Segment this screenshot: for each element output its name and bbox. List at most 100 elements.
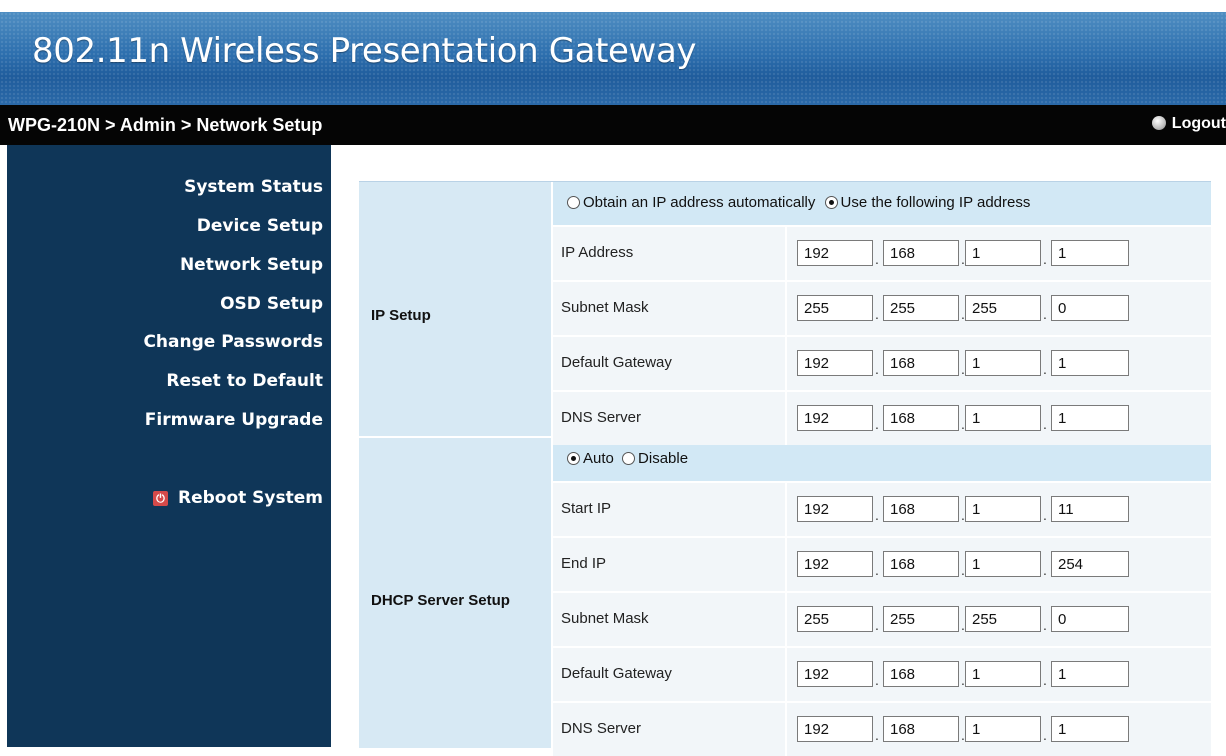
octet-separator: .	[875, 617, 879, 633]
ip-setup-row-label: IP Address	[561, 244, 634, 261]
dhcp-octet-input-3[interactable]: 255	[965, 606, 1041, 632]
ip-setup-octet-input-4[interactable]: 0	[1051, 295, 1129, 321]
dhcp-row-label: Default Gateway	[561, 665, 672, 682]
ip-setup-octet-input-1[interactable]: 192	[797, 405, 873, 431]
ip-setup-row: Subnet Mask 255. 255. 255. 0	[553, 282, 1211, 335]
octet-separator: .	[875, 727, 879, 743]
sidebar-item-system-status[interactable]: System Status	[184, 177, 323, 197]
dhcp-octet-input-2[interactable]: 168	[883, 551, 959, 577]
octet-separator: .	[1043, 562, 1047, 578]
ip-mode-auto-radio[interactable]	[567, 196, 580, 209]
ip-setup-octet-input-2[interactable]: 168	[883, 350, 959, 376]
ip-setup-octet-input-4[interactable]: 1	[1051, 350, 1129, 376]
sidebar-item-firmware-upgrade[interactable]: Firmware Upgrade	[145, 410, 323, 430]
octet-separator: .	[1043, 361, 1047, 377]
dhcp-octet-input-4[interactable]: 1	[1051, 716, 1129, 742]
logout-link[interactable]: Logout	[1151, 115, 1226, 133]
cell-divider	[785, 648, 787, 701]
top-strip	[0, 0, 1226, 12]
dhcp-row: DNS Server 192. 168. 1. 1	[553, 703, 1211, 756]
sidebar-item-device-setup[interactable]: Device Setup	[197, 216, 323, 236]
ip-setup-row: DNS Server 192. 168. 1. 1	[553, 392, 1211, 445]
octet-separator: .	[875, 251, 879, 267]
dhcp-label: DHCP Server Setup	[371, 592, 510, 609]
dhcp-row: Start IP 192. 168. 1. 11	[553, 483, 1211, 536]
ip-setup-octet-input-3[interactable]: 255	[965, 295, 1041, 321]
octet-separator: .	[875, 672, 879, 688]
power-icon: ⏻	[152, 491, 168, 506]
dhcp-octet-input-1[interactable]: 192	[797, 716, 873, 742]
dhcp-octet-input-3[interactable]: 1	[965, 661, 1041, 687]
ip-setup-octet-input-2[interactable]: 255	[883, 295, 959, 321]
ip-setup-octet-input-1[interactable]: 192	[797, 350, 873, 376]
octet-separator: .	[875, 562, 879, 578]
cell-divider	[785, 538, 787, 591]
ip-mode-manual-radio[interactable]	[824, 196, 838, 209]
dhcp-octet-input-1[interactable]: 255	[797, 606, 873, 632]
dhcp-octet-input-1[interactable]: 192	[797, 661, 873, 687]
dhcp-row-label: Subnet Mask	[561, 610, 649, 627]
ip-setup-row-label: Default Gateway	[561, 354, 672, 371]
network-setup-panel: IP Setup DHCP Server Setup Obtain an IP …	[359, 181, 1211, 756]
dhcp-octet-input-2[interactable]: 168	[883, 496, 959, 522]
dhcp-octet-input-1[interactable]: 192	[797, 551, 873, 577]
logout-label: Logout	[1171, 115, 1226, 132]
ip-mode-row: Obtain an IP address automatically Use t…	[553, 182, 1211, 225]
octet-separator: .	[1043, 251, 1047, 267]
logout-icon	[1151, 116, 1166, 130]
ip-setup-label: IP Setup	[371, 307, 431, 324]
ip-setup-row: Default Gateway 192. 168. 1. 1	[553, 337, 1211, 390]
dhcp-disable-label: Disable	[638, 450, 689, 467]
dhcp-row-label: Start IP	[561, 500, 612, 517]
octet-separator: .	[1043, 727, 1047, 743]
sidebar-item-change-passwords[interactable]: Change Passwords	[143, 332, 323, 352]
octet-separator: .	[1043, 672, 1047, 688]
dhcp-octet-input-2[interactable]: 168	[883, 661, 959, 687]
dhcp-disable-radio[interactable]	[622, 452, 636, 465]
ip-mode-manual-label: Use the following IP address	[840, 194, 1031, 211]
octet-separator: .	[875, 507, 879, 523]
dhcp-octet-input-2[interactable]: 255	[883, 606, 959, 632]
ip-setup-label-cell: IP Setup	[359, 182, 551, 436]
ip-setup-row-label: DNS Server	[561, 409, 642, 426]
ip-setup-octet-input-4[interactable]: 1	[1051, 405, 1129, 431]
octet-separator: .	[875, 361, 879, 377]
sidebar-item-reset-to-default[interactable]: Reset to Default	[166, 371, 323, 391]
left-gutter	[0, 145, 7, 747]
dhcp-octet-input-1[interactable]: 192	[797, 496, 873, 522]
ip-setup-octet-input-1[interactable]: 192	[797, 240, 873, 266]
dhcp-auto-label: Auto	[583, 450, 614, 467]
dhcp-octet-input-4[interactable]: 11	[1051, 496, 1129, 522]
sidebar-item-reboot-system[interactable]: ⏻ Reboot System	[152, 488, 323, 508]
ip-setup-octet-input-1[interactable]: 255	[797, 295, 873, 321]
ip-setup-row-label: Subnet Mask	[561, 299, 649, 316]
cell-divider	[785, 282, 787, 335]
dhcp-row: Default Gateway 192. 168. 1. 1	[553, 648, 1211, 701]
octet-separator: .	[1043, 507, 1047, 523]
sidebar-item-osd-setup[interactable]: OSD Setup	[220, 294, 323, 314]
ip-setup-octet-input-3[interactable]: 1	[965, 405, 1041, 431]
dhcp-row: Subnet Mask 255. 255. 255. 0	[553, 593, 1211, 646]
octet-separator: .	[875, 306, 879, 322]
dhcp-octet-input-2[interactable]: 168	[883, 716, 959, 742]
dhcp-octet-input-4[interactable]: 0	[1051, 606, 1129, 632]
breadcrumb-bar: WPG-210N > Admin > Network Setup Logout	[0, 105, 1226, 145]
dhcp-octet-input-3[interactable]: 1	[965, 496, 1041, 522]
ip-mode-auto-label: Obtain an IP address automatically	[583, 194, 816, 211]
dhcp-octet-input-3[interactable]: 1	[965, 716, 1041, 742]
ip-setup-octet-input-3[interactable]: 1	[965, 240, 1041, 266]
cell-divider	[785, 392, 787, 445]
ip-setup-octet-input-3[interactable]: 1	[965, 350, 1041, 376]
ip-setup-octet-input-2[interactable]: 168	[883, 405, 959, 431]
dhcp-octet-input-3[interactable]: 1	[965, 551, 1041, 577]
ip-setup-octet-input-2[interactable]: 168	[883, 240, 959, 266]
dhcp-row-label: DNS Server	[561, 720, 642, 737]
sidebar-item-network-setup[interactable]: Network Setup	[180, 255, 323, 275]
dhcp-octet-input-4[interactable]: 254	[1051, 551, 1129, 577]
ip-setup-octet-input-4[interactable]: 1	[1051, 240, 1129, 266]
dhcp-row-label: End IP	[561, 555, 607, 572]
dhcp-octet-input-4[interactable]: 1	[1051, 661, 1129, 687]
app-title: 802.11n Wireless Presentation Gateway	[32, 31, 697, 71]
octet-separator: .	[875, 416, 879, 432]
dhcp-auto-radio[interactable]	[567, 452, 580, 465]
